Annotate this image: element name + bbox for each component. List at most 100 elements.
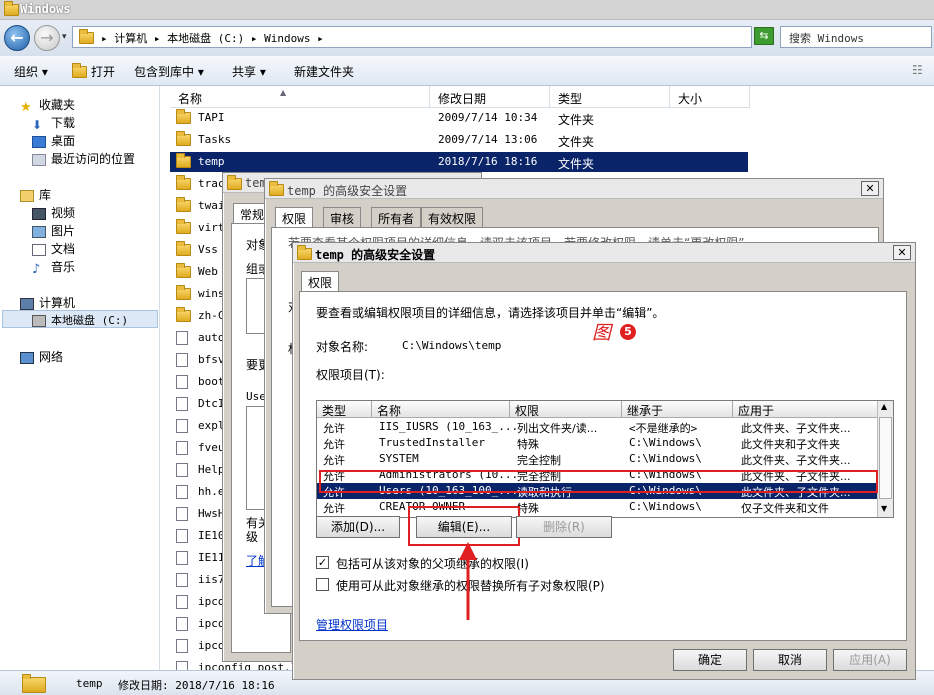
permission-row[interactable]: 允许 IIS_IUSRS (10_163_... 列出文件夹/读... <不是继承的>… [317, 419, 879, 435]
file-row[interactable]: temp 2018/7/16 18:16 文件夹 [170, 152, 748, 172]
tab-auditing[interactable]: 审核 [323, 207, 362, 227]
col-applies-to[interactable]: 应用于 [733, 401, 879, 418]
permission-cell-inherit: C:\Windows\ [629, 500, 702, 513]
folder-icon [269, 181, 284, 196]
view-options-icon[interactable]: ☷ [912, 63, 923, 77]
permission-cell-apply: 此文件夹、子文件夹... [741, 454, 851, 467]
folder-icon [176, 175, 191, 190]
nav-local-disk[interactable]: 本地磁盘 (C:) [32, 312, 128, 328]
file-icon [176, 353, 188, 367]
nav-libraries[interactable]: 库 [20, 186, 51, 203]
entries-label: 权限项目(T): [316, 368, 385, 382]
red-arrow-icon [459, 542, 477, 620]
file-name: IE11 [198, 551, 225, 564]
folder-icon [176, 241, 191, 256]
permission-cell-apply: 仅子文件夹和文件 [741, 502, 829, 515]
open-button[interactable]: 打开 [72, 63, 115, 80]
search-input[interactable]: 搜索 Windows [780, 26, 932, 48]
forward-button[interactable]: → [34, 25, 60, 51]
tab-owner[interactable]: 所有者 [371, 207, 422, 227]
folder-icon [176, 219, 191, 234]
col-permission[interactable]: 权限 [510, 401, 622, 418]
back-button[interactable]: ← [4, 25, 30, 51]
library-icon [20, 189, 34, 202]
close-icon[interactable]: ✕ [861, 181, 879, 196]
nav-recent[interactable]: 最近访问的位置 [32, 150, 135, 167]
permission-entries-table[interactable]: 类型 名称 权限 继承于 应用于 允许 IIS_IUSRS (10_163_...… [316, 400, 894, 518]
ok-button[interactable]: 确定 [673, 649, 747, 671]
explorer-title-bar: Windows [0, 0, 934, 20]
file-date: 2018/7/16 18:16 [438, 155, 538, 168]
nav-documents[interactable]: 文档 [32, 240, 75, 257]
share-button[interactable]: 共享 ▾ [232, 63, 266, 80]
add-button[interactable]: 添加(D)... [316, 516, 400, 538]
nav-network[interactable]: 网络 [20, 348, 63, 365]
address-input[interactable]: ▸ 计算机 ▸ 本地磁盘 (C:) ▸ Windows ▸ [72, 26, 752, 48]
folder-icon [176, 131, 191, 146]
remove-button[interactable]: 删除(R) [516, 516, 612, 538]
nav-videos[interactable]: 视频 [32, 204, 75, 221]
tab-permissions-front[interactable]: 权限 [301, 271, 340, 291]
folder-icon [176, 263, 191, 278]
tab-effective-permissions[interactable]: 有效权限 [421, 207, 484, 227]
organize-button[interactable]: 组织 ▾ [14, 63, 48, 80]
column-name[interactable]: 名称 ▲ [170, 86, 430, 108]
new-folder-button[interactable]: 新建文件夹 [294, 63, 354, 80]
permission-cell-type: 允许 [323, 502, 345, 515]
file-icon [176, 463, 188, 477]
file-name: hh.e [198, 485, 225, 498]
file-name: virt [198, 221, 225, 234]
object-name-value: C:\Windows\temp [402, 339, 502, 352]
column-size[interactable]: 大小 [670, 86, 750, 108]
permission-row[interactable]: 允许 SYSTEM 完全控制 C:\Windows\ 此文件夹、子文件夹... [317, 451, 879, 467]
tab-permissions[interactable]: 权限 [275, 207, 314, 227]
col-name[interactable]: 名称 [372, 401, 510, 418]
file-icon [176, 419, 188, 433]
permission-cell-type: 允许 [323, 438, 345, 451]
include-inheritable-checkbox[interactable]: ✓ [316, 556, 329, 569]
nav-favorites[interactable]: ★ 收藏夹 [20, 96, 75, 115]
nav-computer[interactable]: 计算机 [20, 294, 75, 311]
close-icon[interactable]: ✕ [893, 245, 911, 260]
file-row[interactable]: Tasks 2009/7/14 13:06 文件夹 [170, 130, 670, 150]
apply-button[interactable]: 应用(A) [833, 649, 907, 671]
download-icon: ⬇ [32, 117, 43, 132]
col-inherited-from[interactable]: 继承于 [622, 401, 733, 418]
permission-row[interactable]: 允许 TrustedInstaller 特殊 C:\Windows\ 此文件夹和子文件夹 [317, 435, 879, 451]
col-type[interactable]: 类型 [317, 401, 372, 418]
advanced-back-title-bar: temp 的高级安全设置 ✕ [265, 179, 883, 199]
manage-permissions-link[interactable]: 管理权限项目 [316, 616, 388, 633]
cancel-button[interactable]: 取消 [753, 649, 827, 671]
history-dropdown-icon[interactable]: ▾ [62, 32, 67, 42]
permission-cell-apply: 此文件夹、子文件夹... [741, 422, 851, 435]
scroll-up-icon[interactable]: ▲ [881, 402, 887, 411]
table-scrollbar[interactable]: ▲ ▼ [877, 401, 893, 517]
file-date: 2009/7/14 10:34 [438, 111, 538, 124]
nav-desktop[interactable]: 桌面 [32, 132, 75, 149]
nav-downloads[interactable]: ⬇ 下载 [32, 114, 75, 132]
computer-icon [20, 297, 34, 310]
scroll-thumb[interactable] [879, 417, 892, 499]
nav-music[interactable]: ♪ 音乐 [32, 258, 75, 277]
file-name: wins [198, 287, 225, 300]
file-name: TAPI [198, 111, 225, 124]
scroll-down-icon[interactable]: ▼ [881, 504, 887, 513]
breadcrumb[interactable]: ▸ 计算机 ▸ 本地磁盘 (C:) ▸ Windows ▸ [101, 30, 324, 46]
replace-child-checkbox[interactable] [316, 578, 329, 591]
include-library-button[interactable]: 包含到库中 ▾ [134, 63, 204, 80]
status-date: 修改日期: 2018/7/16 18:16 [118, 679, 275, 692]
advanced-title-bar: temp 的高级安全设置 ✕ [293, 243, 915, 263]
file-row[interactable]: TAPI 2009/7/14 10:34 文件夹 [170, 108, 670, 128]
permission-cell-perm: 列出文件夹/读... [517, 422, 598, 435]
star-icon: ★ [20, 99, 32, 115]
folder-icon [176, 307, 191, 322]
refresh-icon[interactable]: ⇆ [754, 27, 774, 45]
nav-pictures[interactable]: 图片 [32, 222, 75, 239]
permission-row[interactable]: 允许 CREATOR OWNER 特殊 C:\Windows\ 仅子文件夹和文件 [317, 499, 879, 515]
file-name: Vss [198, 243, 218, 256]
file-name: expl [198, 419, 225, 432]
video-icon [32, 207, 46, 220]
column-type[interactable]: 类型 [550, 86, 670, 108]
file-name: iis7 [198, 573, 225, 586]
column-date[interactable]: 修改日期 [430, 86, 550, 108]
